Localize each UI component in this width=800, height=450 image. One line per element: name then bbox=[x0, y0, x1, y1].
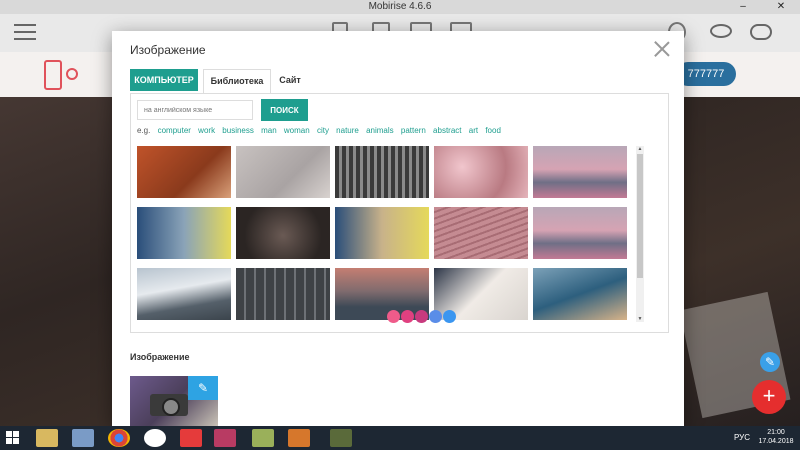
image-thumbnail[interactable] bbox=[236, 146, 330, 198]
modal-title: Изображение bbox=[130, 43, 206, 57]
suggestion-link[interactable]: pattern bbox=[401, 126, 426, 135]
image-thumbnail[interactable] bbox=[137, 268, 231, 320]
notes-icon[interactable] bbox=[252, 429, 274, 447]
image-thumbnail[interactable] bbox=[335, 146, 429, 198]
suggestion-link[interactable]: man bbox=[261, 126, 277, 135]
clock-time: 21:00 bbox=[767, 429, 785, 436]
image-thumbnail[interactable] bbox=[236, 268, 330, 320]
document-icon[interactable] bbox=[72, 429, 94, 447]
window-title: Mobirise 4.6.6 bbox=[368, 1, 432, 12]
windows-start-icon[interactable] bbox=[6, 431, 20, 445]
suggestion-link[interactable]: nature bbox=[336, 126, 359, 135]
scroll-thumb[interactable] bbox=[637, 154, 643, 278]
suggestion-link[interactable]: business bbox=[222, 126, 254, 135]
loader-dot bbox=[429, 310, 442, 323]
camera-icon bbox=[150, 394, 188, 416]
image-grid bbox=[137, 146, 633, 324]
language-indicator[interactable]: РУС bbox=[734, 433, 750, 442]
clock[interactable]: 21:00 17.04.2018 bbox=[756, 428, 796, 446]
add-block-button[interactable]: + bbox=[752, 380, 786, 414]
image-thumbnail[interactable] bbox=[533, 268, 627, 320]
image-thumbnail[interactable] bbox=[137, 207, 231, 259]
tab-site[interactable]: Сайт bbox=[275, 69, 305, 91]
loader-dot bbox=[415, 310, 428, 323]
scroll-down-icon[interactable]: ▼ bbox=[636, 316, 644, 322]
mobirise-icon[interactable] bbox=[214, 429, 236, 447]
suggestion-link[interactable]: work bbox=[198, 126, 215, 135]
image-thumbnail[interactable] bbox=[434, 146, 528, 198]
file-explorer-icon[interactable] bbox=[36, 429, 58, 447]
publish-icon[interactable] bbox=[750, 24, 772, 40]
yandex-icon[interactable] bbox=[180, 429, 202, 447]
image-thumbnail[interactable] bbox=[236, 207, 330, 259]
taskbar: РУС 21:00 17.04.2018 bbox=[0, 426, 800, 450]
menu-icon[interactable] bbox=[14, 24, 36, 40]
edit-image-icon[interactable]: ✎ bbox=[188, 376, 218, 400]
loader-dot bbox=[401, 310, 414, 323]
grid-scrollbar[interactable]: ▲ ▼ bbox=[636, 146, 644, 322]
suggestion-link[interactable]: animals bbox=[366, 126, 394, 135]
sun-icon bbox=[66, 68, 78, 80]
loader-dot bbox=[387, 310, 400, 323]
search-suggestions: e.g. computer work business man woman ci… bbox=[137, 126, 501, 135]
minimize-button[interactable]: – bbox=[732, 0, 754, 14]
close-icon[interactable] bbox=[654, 41, 670, 57]
current-image-label: Изображение bbox=[130, 352, 190, 362]
suggestion-link[interactable]: city bbox=[317, 126, 329, 135]
image-thumbnail[interactable] bbox=[533, 146, 627, 198]
pencil-icon[interactable]: ✎ bbox=[760, 352, 780, 372]
chrome-icon[interactable] bbox=[108, 429, 130, 447]
tab-library[interactable]: Библиотека bbox=[203, 69, 271, 93]
image-thumbnail[interactable] bbox=[533, 207, 627, 259]
image-thumbnail[interactable] bbox=[434, 207, 528, 259]
clock-date: 17.04.2018 bbox=[758, 438, 794, 445]
mobile-icon bbox=[44, 60, 62, 90]
yandex-browser-icon[interactable] bbox=[144, 429, 166, 447]
loader-dot bbox=[443, 310, 456, 323]
close-window-button[interactable]: ✕ bbox=[770, 0, 792, 14]
preview-icon[interactable] bbox=[710, 24, 732, 38]
scroll-up-icon[interactable]: ▲ bbox=[636, 146, 644, 152]
suggestion-link[interactable]: computer bbox=[158, 126, 191, 135]
suggestion-link[interactable]: art bbox=[469, 126, 478, 135]
suggestion-link[interactable]: abstract bbox=[433, 126, 461, 135]
media-player-icon[interactable] bbox=[288, 429, 310, 447]
window-titlebar: Mobirise 4.6.6 – ✕ bbox=[0, 0, 800, 14]
phone-button[interactable]: 777777 bbox=[676, 62, 736, 86]
tab-computer[interactable]: КОМПЬЮТЕР bbox=[130, 69, 198, 91]
image-thumbnail[interactable] bbox=[335, 207, 429, 259]
search-input[interactable] bbox=[137, 100, 253, 120]
loading-indicator bbox=[387, 310, 457, 324]
library-panel: ПОИСК e.g. computer work business man wo… bbox=[130, 93, 669, 333]
image-thumbnail[interactable] bbox=[137, 146, 231, 198]
search-button[interactable]: ПОИСК bbox=[261, 99, 308, 121]
suggestion-link[interactable]: woman bbox=[284, 126, 310, 135]
app-icon[interactable] bbox=[330, 429, 352, 447]
suggestions-prefix: e.g. bbox=[137, 126, 151, 135]
suggestion-link[interactable]: food bbox=[485, 126, 501, 135]
image-modal: Изображение КОМПЬЮТЕР Библиотека Сайт ПО… bbox=[112, 31, 684, 426]
